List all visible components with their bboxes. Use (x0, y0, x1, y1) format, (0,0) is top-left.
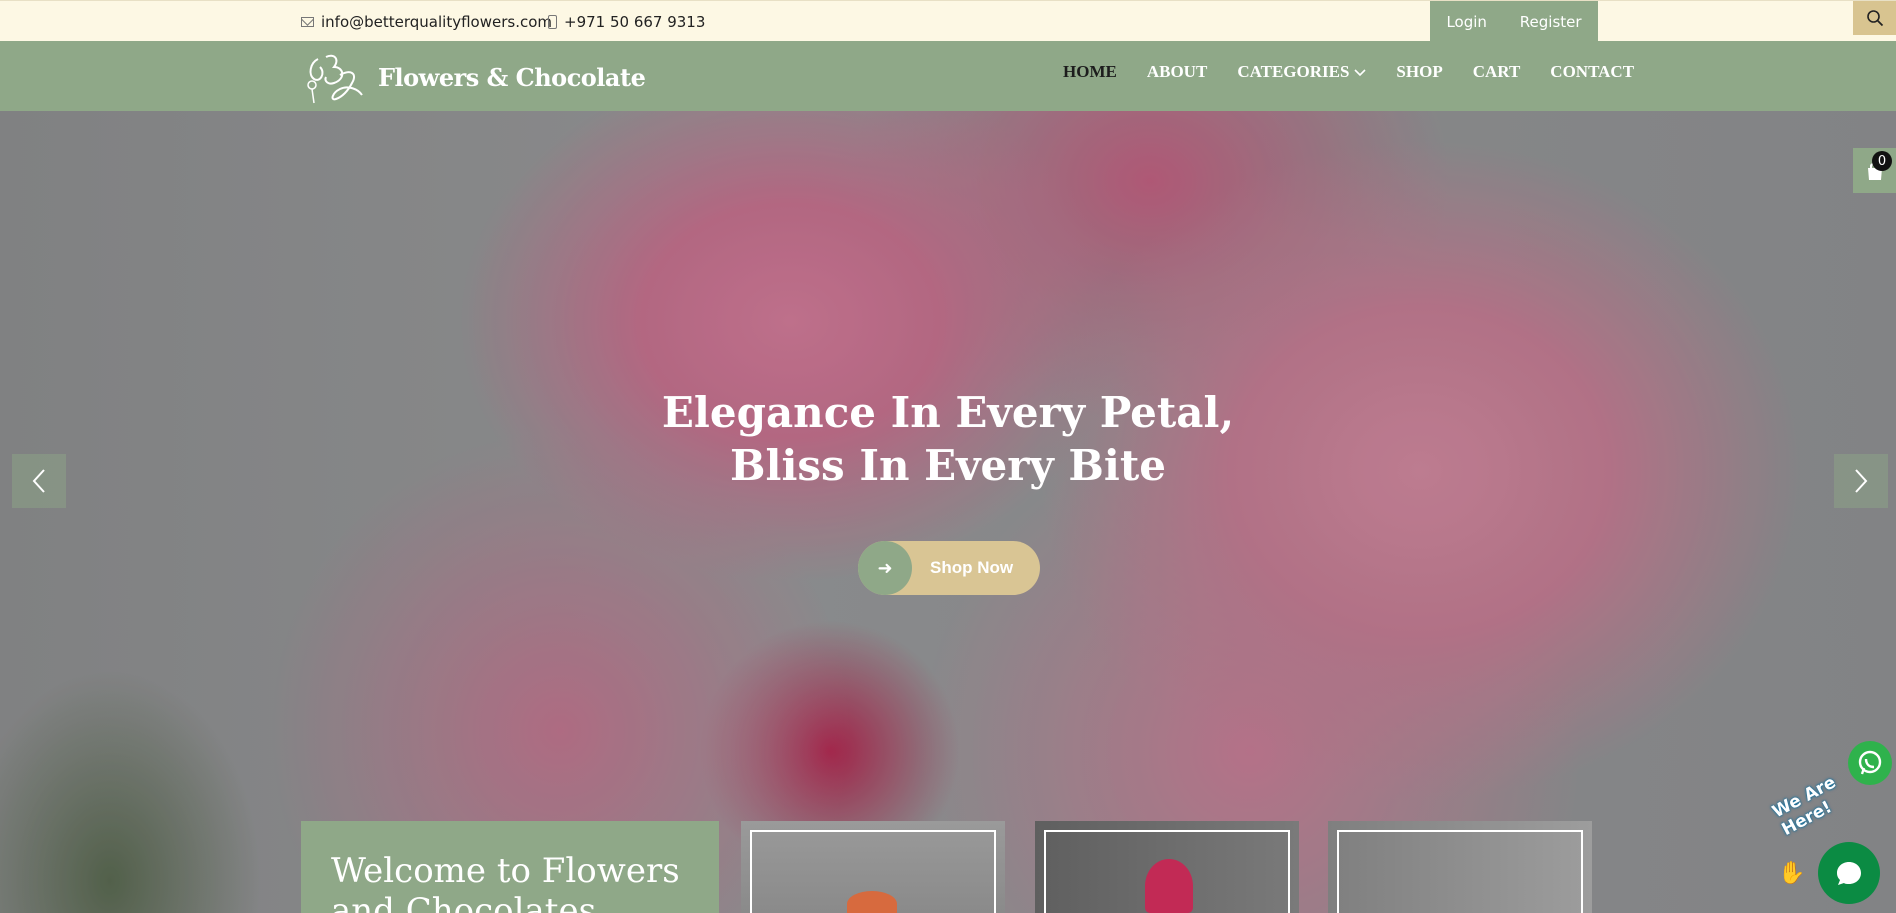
phone-text[interactable]: +971 50 667 9313 (564, 13, 705, 31)
primary-nav: HOME ABOUT CATEGORIES SHOP CART CONTACT (1063, 41, 1634, 103)
carousel-prev-button[interactable] (12, 454, 66, 508)
search-button[interactable] (1853, 1, 1896, 35)
product-card[interactable] (741, 821, 1005, 913)
card-frame (1337, 830, 1583, 913)
hero-title-line2: Bliss In Every Bite (730, 441, 1166, 490)
welcome-title-line2: and Chocolates (331, 891, 597, 913)
chevron-down-icon (1354, 69, 1366, 77)
shop-now-button[interactable]: ➜ Shop Now (858, 541, 1040, 595)
logo-mark (307, 54, 363, 104)
register-link[interactable]: Register (1520, 13, 1582, 31)
email-text[interactable]: info@betterqualityflowers.com (321, 13, 552, 31)
nav-contact[interactable]: CONTACT (1550, 62, 1634, 82)
search-icon (1866, 10, 1883, 27)
nav-about[interactable]: ABOUT (1147, 62, 1207, 82)
welcome-panel: Welcome to Flowers and Chocolates (301, 821, 719, 913)
main-navbar: Flowers & Chocolate HOME ABOUT CATEGORIE… (0, 41, 1896, 111)
product-image (1145, 859, 1193, 913)
cart-count-badge: 0 (1872, 151, 1892, 171)
welcome-title: Welcome to Flowers and Chocolates (301, 821, 719, 913)
hero-title-line1: Elegance In Every Petal, (661, 388, 1235, 437)
shop-now-label: Shop Now (930, 558, 1014, 577)
nav-categories-label: CATEGORIES (1237, 62, 1350, 81)
hero-title: Elegance In Every Petal, Bliss In Every … (0, 386, 1896, 492)
nav-home[interactable]: HOME (1063, 62, 1117, 82)
envelope-icon (301, 16, 314, 27)
product-card[interactable] (1035, 821, 1299, 913)
nav-shop[interactable]: SHOP (1396, 62, 1442, 82)
auth-links: Login Register (1430, 1, 1598, 42)
mobile-phone-icon (548, 14, 557, 29)
product-image (847, 891, 897, 913)
welcome-title-line1: Welcome to Flowers (331, 851, 680, 891)
waving-hand-icon: ✋ (1778, 861, 1806, 886)
arrow-right-icon: ➜ (858, 541, 912, 595)
nav-categories[interactable]: CATEGORIES (1237, 62, 1366, 82)
email-contact[interactable]: info@betterqualityflowers.com (301, 1, 552, 42)
hero-banner: Elegance In Every Petal, Bliss In Every … (0, 111, 1896, 913)
chevron-right-icon (1855, 469, 1868, 493)
chat-bubble-icon (1837, 862, 1861, 885)
live-chat-button[interactable] (1818, 842, 1880, 904)
brand-name[interactable]: Flowers & Chocolate (378, 63, 646, 92)
carousel-next-button[interactable] (1834, 454, 1888, 508)
top-bar: info@betterqualityflowers.com +971 50 66… (0, 0, 1896, 42)
brand-logo[interactable]: Flowers & Chocolate (300, 49, 646, 105)
nav-cart[interactable]: CART (1473, 62, 1521, 82)
phone-contact[interactable]: +971 50 667 9313 (548, 1, 705, 42)
login-link[interactable]: Login (1446, 13, 1486, 31)
chevron-left-icon (32, 469, 45, 493)
product-card[interactable] (1328, 821, 1592, 913)
